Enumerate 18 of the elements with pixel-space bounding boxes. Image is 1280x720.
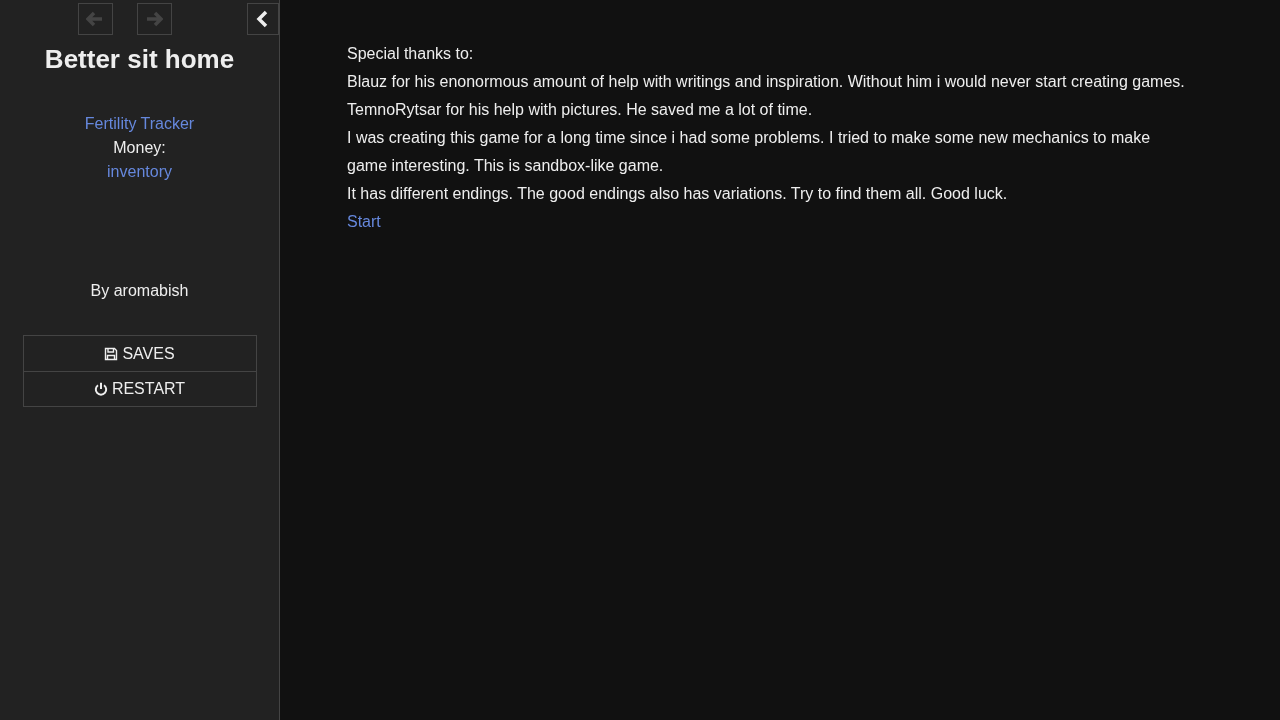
collapse-sidebar-button[interactable] — [247, 3, 279, 35]
passage-text: TemnoRytsar for his help with pictures. He saved me a lot of time. — [347, 100, 814, 120]
passage-text: Blauz for his enonormous amount of help with writings and inspiration. Without him i would never start creating games. — [347, 72, 1186, 92]
start-link[interactable]: Start — [347, 208, 381, 236]
story-author: By aromabish — [90, 282, 189, 300]
sidebar-link[interactable]: inventory — [107, 160, 172, 184]
restart-button[interactable]: RESTART — [23, 371, 256, 406]
saves-button[interactable]: SAVES — [23, 336, 256, 371]
arrow-left-icon — [86, 11, 104, 27]
story-title: Better sit home — [44, 44, 235, 74]
passage-text: It has different endings. The good endings also has variations. Try to find them all. Good luck. — [347, 184, 1009, 204]
chevron-left-icon — [256, 10, 270, 28]
sidebar-label: Money: — [113, 138, 166, 158]
passage-text: Special thanks to: — [347, 44, 475, 64]
arrow-right-icon — [145, 11, 163, 27]
power-icon — [93, 382, 108, 396]
passage-text: I was creating this game for a long time since i had some problems. I tried to make some new mechanics to make game interesting. This is sandbox-like game. — [347, 128, 1152, 176]
sidebar-link[interactable]: Fertility Tracker — [84, 112, 195, 136]
